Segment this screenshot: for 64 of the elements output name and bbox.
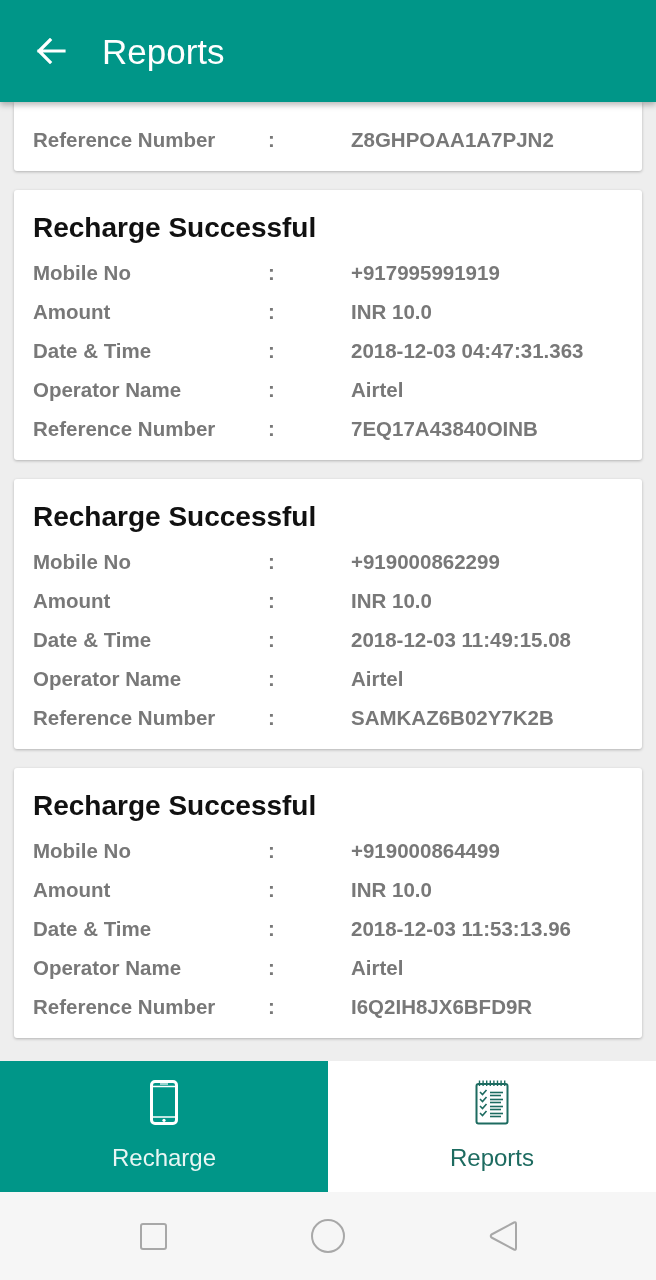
field-value: Airtel — [351, 377, 405, 402]
field-value: +919000864499 — [351, 838, 501, 863]
field-label: Date & Time — [33, 627, 153, 652]
field-separator: : — [268, 877, 276, 902]
checklist-icon — [475, 1080, 509, 1125]
field-value: 2018-12-03 11:49:15.08 — [351, 627, 572, 652]
field-separator: : — [268, 260, 276, 285]
field-value: Z8GHPOAA1A7PJN2 — [351, 127, 555, 152]
field-separator: : — [268, 705, 276, 730]
field-label: Reference Number — [33, 127, 217, 152]
field-label: Mobile No — [33, 549, 132, 574]
field-label: Amount — [33, 588, 112, 613]
field-value: +917995991919 — [351, 260, 501, 285]
nav-tab[interactable]: Reports — [328, 1061, 656, 1192]
field-separator: : — [268, 299, 276, 324]
field-separator: : — [268, 416, 276, 441]
field-value: SAMKAZ6B02Y7K2B — [351, 705, 555, 730]
field-label: Amount — [33, 877, 112, 902]
field-separator: : — [268, 916, 276, 941]
phone-icon — [150, 1080, 178, 1125]
card-title: Recharge Successful — [33, 789, 318, 823]
field-value: +919000862299 — [351, 549, 501, 574]
field-separator: : — [268, 127, 276, 152]
back-arrow-icon — [36, 38, 66, 64]
card-title: Recharge Successful — [33, 500, 318, 534]
field-separator: : — [268, 994, 276, 1019]
field-value: INR 10.0 — [351, 588, 433, 613]
field-value: 7EQ17A43840OINB — [351, 416, 539, 441]
field-value: INR 10.0 — [351, 877, 433, 902]
field-separator: : — [268, 588, 276, 613]
field-label: Mobile No — [33, 838, 132, 863]
nav-tab[interactable]: Recharge — [0, 1061, 328, 1192]
square-button[interactable] — [139, 1222, 167, 1250]
circle-button[interactable] — [310, 1219, 345, 1253]
page-title: Reports — [102, 33, 225, 69]
field-value: Airtel — [351, 955, 405, 980]
field-label: Date & Time — [33, 916, 153, 941]
field-label: Mobile No — [33, 260, 132, 285]
field-value: 2018-12-03 11:53:13.96 — [351, 916, 572, 941]
circle-icon — [310, 1219, 345, 1253]
triangle-icon — [488, 1220, 517, 1252]
triangle-button[interactable] — [488, 1220, 517, 1252]
field-label: Amount — [33, 299, 112, 324]
field-separator: : — [268, 838, 276, 863]
field-label: Reference Number — [33, 705, 217, 730]
field-value: Airtel — [351, 666, 405, 691]
field-label: Date & Time — [33, 338, 153, 363]
field-label: Reference Number — [33, 994, 217, 1019]
field-separator: : — [268, 666, 276, 691]
field-separator: : — [268, 549, 276, 574]
field-value: I6Q2IH8JX6BFD9R — [351, 994, 534, 1019]
back-button[interactable] — [36, 38, 66, 64]
field-separator: : — [268, 627, 276, 652]
field-value: INR 10.0 — [351, 299, 433, 324]
field-label: Reference Number — [33, 416, 217, 441]
field-value: 2018-12-03 04:47:31.363 — [351, 338, 585, 363]
field-label: Operator Name — [33, 955, 183, 980]
card-title: Recharge Successful — [33, 211, 318, 245]
field-separator: : — [268, 338, 276, 363]
field-separator: : — [268, 955, 276, 980]
field-label: Operator Name — [33, 377, 183, 402]
square-icon — [139, 1222, 167, 1250]
field-label: Operator Name — [33, 666, 183, 691]
field-separator: : — [268, 377, 276, 402]
